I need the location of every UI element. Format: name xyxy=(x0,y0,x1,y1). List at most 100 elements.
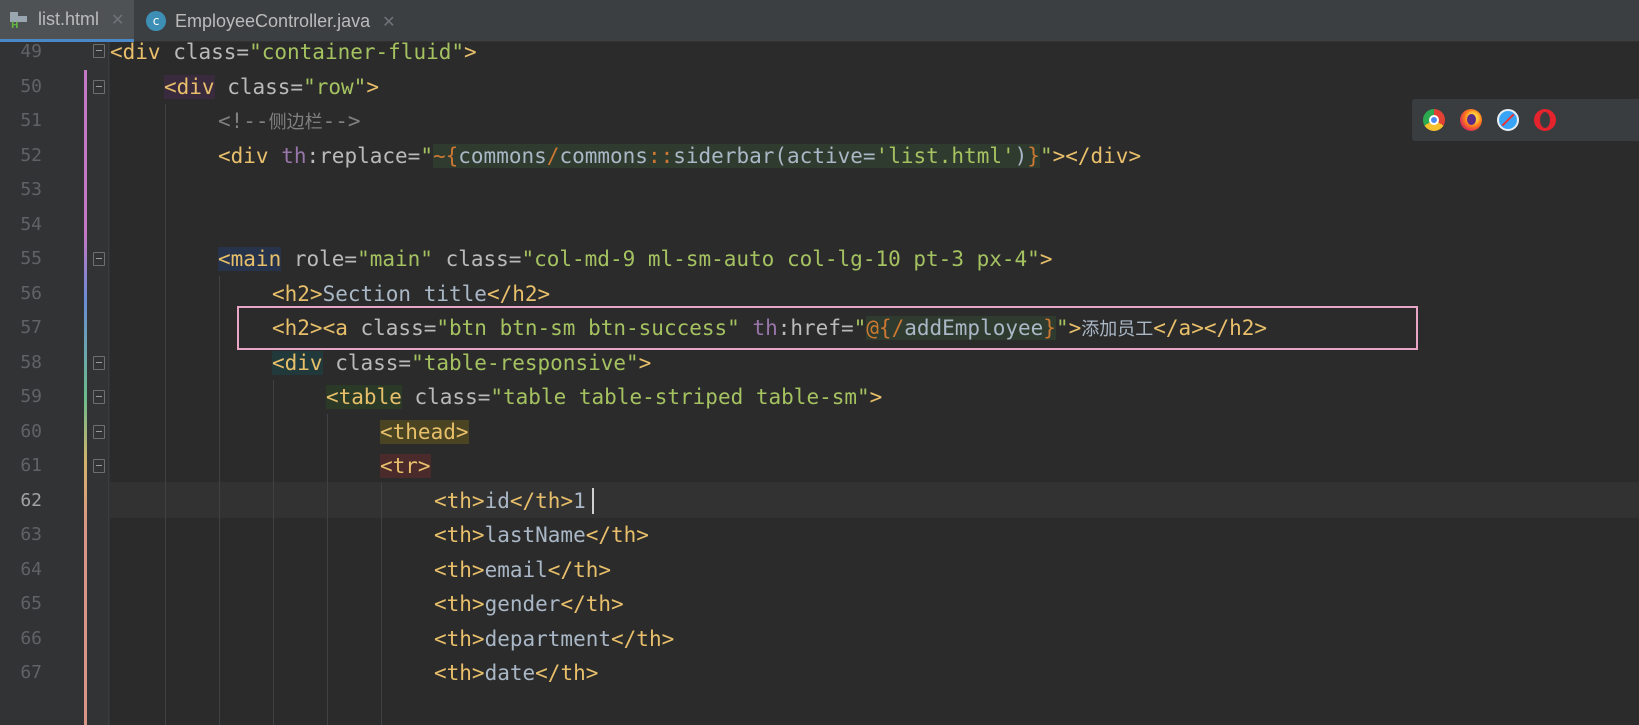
code-line-50[interactable]: <div class="row"> xyxy=(164,69,379,105)
code-line-62[interactable]: <th>id</th>1 xyxy=(434,483,586,519)
gutter-separator xyxy=(108,42,109,725)
tag-token: <div xyxy=(164,75,215,99)
text-token: date xyxy=(484,661,536,685)
code-line-49[interactable]: <div class="container-fluid"> xyxy=(110,34,477,70)
tag-token: </th> xyxy=(547,558,612,582)
attr-token: role= xyxy=(281,247,358,271)
code-line-64[interactable]: <th>email</th> xyxy=(434,552,611,588)
tag-token: </th> xyxy=(535,661,599,685)
tag-token: > xyxy=(869,385,883,409)
code-line-58[interactable]: <div class="table-responsive"> xyxy=(272,345,651,381)
change-markers xyxy=(84,70,87,725)
tag-token: </h2> xyxy=(486,282,551,306)
indent-guide xyxy=(381,483,382,725)
tag-token: </th> xyxy=(509,489,574,513)
line-number: 66 xyxy=(20,628,42,649)
code-line-60[interactable]: <thead> xyxy=(380,414,469,450)
comment-token: --> xyxy=(322,109,361,133)
text-token: department xyxy=(484,627,612,651)
tag-token: <th> xyxy=(434,661,485,685)
expression-token: } xyxy=(1027,144,1040,168)
line-number-current: 62 xyxy=(20,490,42,511)
tag-token: </th> xyxy=(611,627,675,651)
line-number: 64 xyxy=(20,559,42,580)
line-number: 58 xyxy=(20,352,42,373)
text-caret xyxy=(592,488,594,514)
html-file-icon: H xyxy=(8,10,30,30)
text-token: 1 xyxy=(573,489,586,513)
tag-token: <main xyxy=(218,247,282,271)
firefox-icon[interactable] xyxy=(1460,109,1482,131)
tab-label: EmployeeController.java xyxy=(175,10,371,31)
text-token: lastName xyxy=(484,523,586,547)
comment-token: <!-- xyxy=(218,109,269,133)
string-token: "col-md-9 ml-sm-auto col-lg-10 pt-3 px-4… xyxy=(521,247,1040,271)
code-line-55[interactable]: <main role="main" class="col-md-9 ml-sm-… xyxy=(218,241,1052,277)
code-line-59[interactable]: <table class="table table-striped table-… xyxy=(326,379,882,415)
indent-guide xyxy=(273,380,274,725)
tag-token: <h2> xyxy=(272,282,323,306)
code-line-63[interactable]: <th>lastName</th> xyxy=(434,517,649,553)
string-token: " xyxy=(1039,144,1053,168)
expression-token: / xyxy=(546,144,560,168)
string-token: "table table-striped table-sm" xyxy=(490,385,870,409)
tag-token: <th> xyxy=(434,592,485,616)
tag-token: <th> xyxy=(434,489,485,513)
namespace-token: th xyxy=(268,144,307,168)
fold-icon[interactable] xyxy=(93,425,105,439)
line-number: 61 xyxy=(20,455,42,476)
text-token: gender xyxy=(484,592,561,616)
tag-token: <th> xyxy=(434,523,485,547)
editor-gutter[interactable] xyxy=(0,42,110,725)
tag-token: ></div> xyxy=(1052,144,1142,168)
line-number: 49 xyxy=(20,41,42,62)
tag-token: <div xyxy=(110,40,161,64)
safari-icon[interactable] xyxy=(1497,109,1519,131)
line-number: 50 xyxy=(20,76,42,97)
code-line-61[interactable]: <tr> xyxy=(380,448,431,484)
string-token: "table-responsive" xyxy=(411,351,639,375)
expression-token: siderbar(active= xyxy=(673,144,876,168)
browser-preview-toolbar xyxy=(1412,99,1639,141)
tag-token: <th> xyxy=(434,558,485,582)
highlight-rectangle xyxy=(237,306,1418,350)
indent-guide xyxy=(165,104,166,725)
line-number: 56 xyxy=(20,283,42,304)
code-line-51[interactable]: <!--侧边栏--> xyxy=(218,103,361,139)
text-token: email xyxy=(484,558,548,582)
fold-icon[interactable] xyxy=(93,459,105,473)
line-number: 60 xyxy=(20,421,42,442)
indent-guide xyxy=(327,414,328,725)
string-token: " xyxy=(420,144,433,168)
line-number: 57 xyxy=(20,317,42,338)
indent-guide xyxy=(219,276,220,725)
attr-token: class= xyxy=(214,75,304,99)
fold-icon[interactable] xyxy=(93,356,105,370)
fold-icon[interactable] xyxy=(93,390,105,404)
chrome-icon[interactable] xyxy=(1423,109,1445,131)
fold-icon[interactable] xyxy=(93,80,105,94)
string-token: "row" xyxy=(303,75,367,99)
expression-token: 'list.html' xyxy=(875,144,1015,168)
expression-token: ~{ xyxy=(432,144,459,168)
tag-token: > xyxy=(366,75,379,99)
fold-icon[interactable] xyxy=(93,44,105,58)
fold-icon[interactable] xyxy=(93,252,105,266)
tag-token: > xyxy=(464,40,477,64)
close-tab-icon[interactable]: ✕ xyxy=(382,12,395,31)
attr-token: class= xyxy=(160,40,250,64)
code-line-52[interactable]: <div th:replace="~{commons/commons::side… xyxy=(218,138,1141,174)
close-tab-icon[interactable]: ✕ xyxy=(111,10,124,29)
opera-icon[interactable] xyxy=(1534,109,1556,131)
tag-token: <thead> xyxy=(380,420,469,444)
tag-token: <table xyxy=(326,385,402,409)
text-token: id xyxy=(484,489,510,513)
comment-token: 侧边栏 xyxy=(268,112,323,133)
code-line-65[interactable]: <th>gender</th> xyxy=(434,586,624,622)
code-line-66[interactable]: <th>department</th> xyxy=(434,621,674,657)
line-number: 54 xyxy=(20,214,42,235)
text-token: Section title xyxy=(322,282,487,306)
line-number: 63 xyxy=(20,524,42,545)
expression-token: :: xyxy=(647,144,674,168)
code-line-67[interactable]: <th>date</th> xyxy=(434,655,598,691)
